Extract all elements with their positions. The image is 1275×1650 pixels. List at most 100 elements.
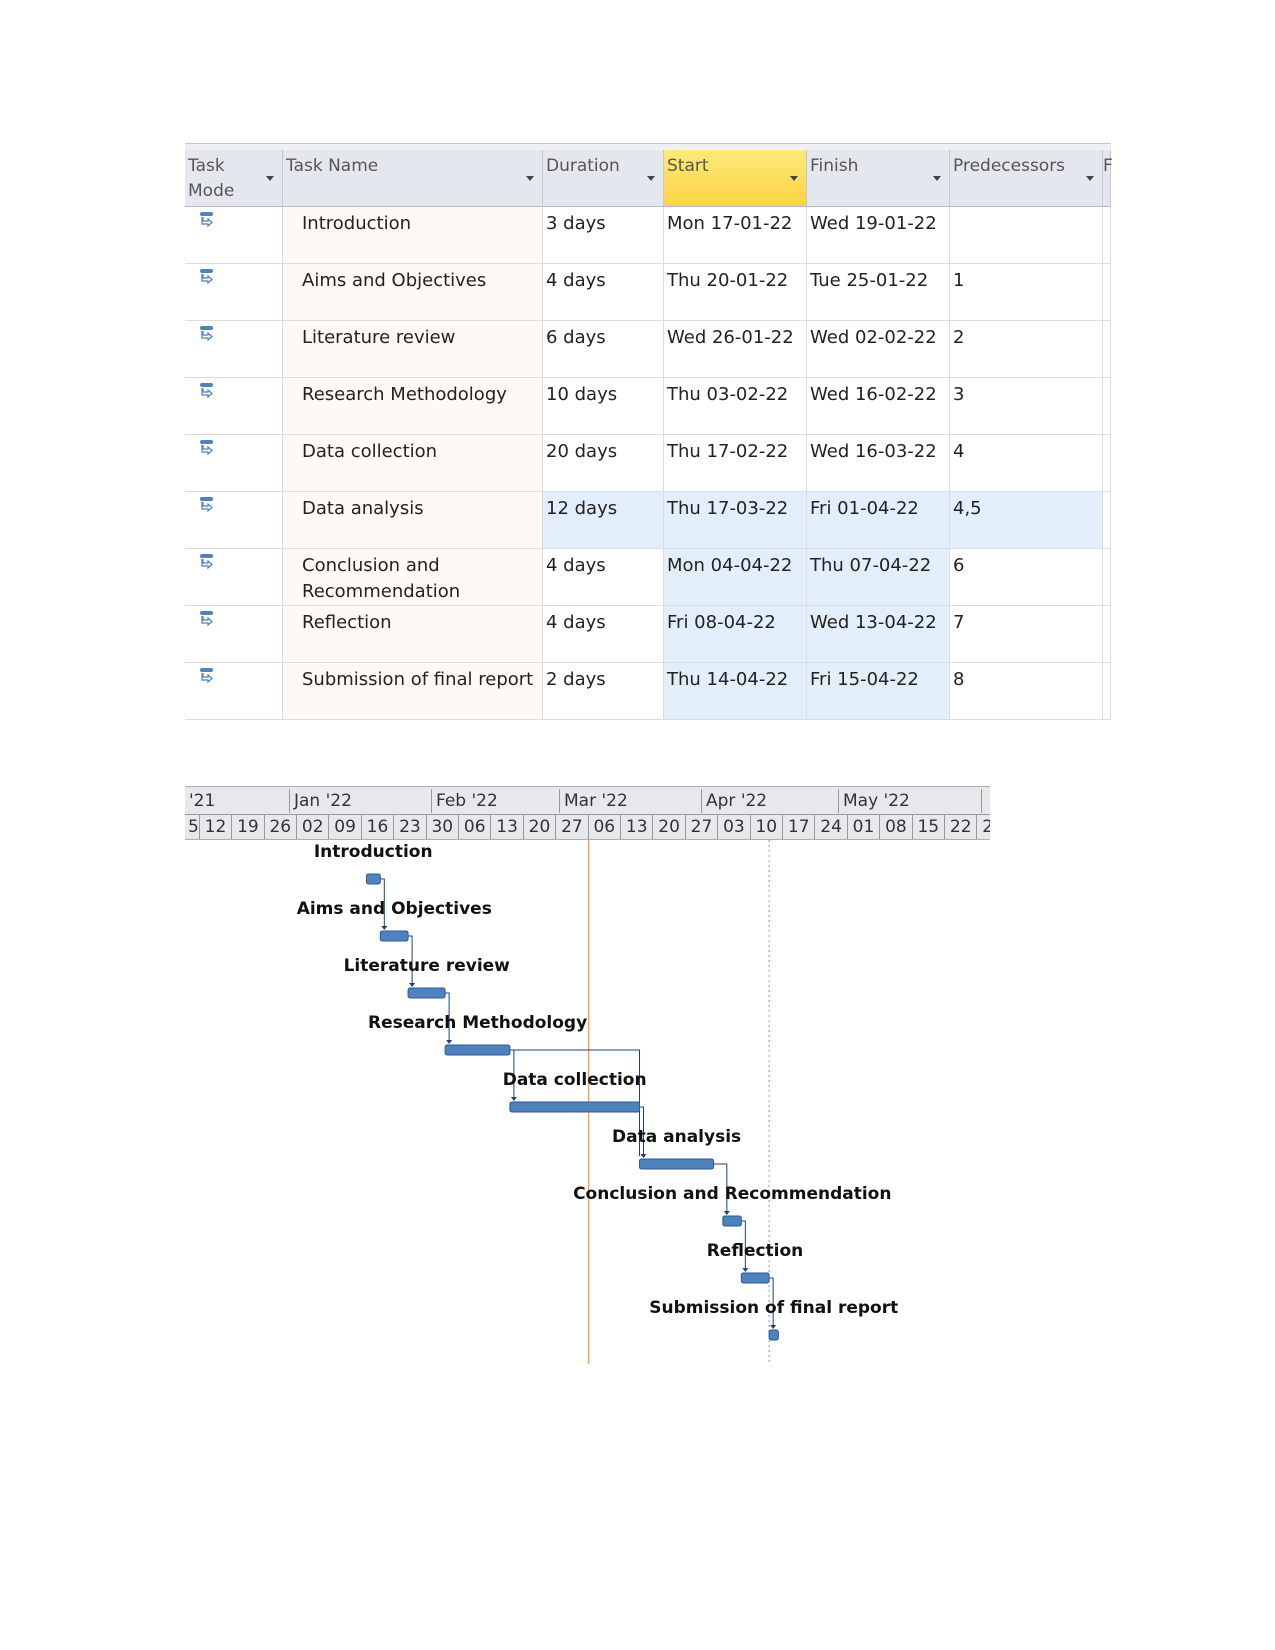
cell-pred[interactable]: 4,5 xyxy=(950,492,1103,549)
task-bar xyxy=(639,1158,715,1170)
cell-name[interactable]: Conclusion and Recommendation xyxy=(283,549,543,606)
cell-pred[interactable]: 1 xyxy=(950,264,1103,321)
task-bar xyxy=(365,873,381,885)
column-header-duration[interactable]: Duration xyxy=(543,150,664,207)
cell-start[interactable]: Fri 08-04-22 xyxy=(664,606,807,663)
arrow-head-icon xyxy=(640,1154,647,1158)
cell-extra xyxy=(1103,321,1111,378)
arrow-head-icon xyxy=(409,983,416,987)
cell-duration[interactable]: 4 days xyxy=(543,264,664,321)
cell-extra xyxy=(1103,435,1111,492)
task-mode-cell[interactable] xyxy=(185,207,283,264)
cell-finish[interactable]: Tue 25-01-22 xyxy=(807,264,950,321)
cell-name[interactable]: Introduction xyxy=(283,207,543,264)
cell-start[interactable]: Thu 03-02-22 xyxy=(664,378,807,435)
cell-finish[interactable]: Fri 15-04-22 xyxy=(807,663,950,720)
cell-name[interactable]: Literature review xyxy=(283,321,543,378)
cell-finish[interactable]: Thu 07-04-22 xyxy=(807,549,950,606)
task-mode-cell[interactable] xyxy=(185,549,283,606)
task-mode-cell[interactable] xyxy=(185,606,283,663)
cell-name[interactable]: Reflection xyxy=(283,606,543,663)
gantt-chart: '21 Jan '22 Feb '22 Mar '22 Apr '22 May '22 5 1… xyxy=(185,786,990,1386)
cell-pred[interactable]: 3 xyxy=(950,378,1103,435)
dropdown-arrow-icon[interactable] xyxy=(1086,176,1094,181)
cell-finish[interactable]: Wed 02-02-22 xyxy=(807,321,950,378)
cell-pred[interactable]: 7 xyxy=(950,606,1103,663)
cell-start[interactable]: Thu 14-04-22 xyxy=(664,663,807,720)
cell-duration[interactable]: 4 days xyxy=(543,549,664,606)
cell-pred[interactable]: 2 xyxy=(950,321,1103,378)
auto-scheduled-task-icon xyxy=(200,212,213,227)
cell-extra xyxy=(1103,549,1111,606)
arrow-head-icon xyxy=(446,1040,453,1044)
page: Task Mode Task Name Duration Start Finish Pre… xyxy=(0,0,1275,1650)
cell-duration[interactable]: 12 days xyxy=(543,492,664,549)
task-mode-cell[interactable] xyxy=(185,492,283,549)
cell-finish[interactable]: Wed 13-04-22 xyxy=(807,606,950,663)
column-header-pred[interactable]: Predecessors xyxy=(950,150,1103,207)
dropdown-arrow-icon[interactable] xyxy=(647,176,655,181)
task-mode-cell[interactable] xyxy=(185,378,283,435)
arrow-head-icon xyxy=(510,1097,517,1101)
cell-duration[interactable]: 2 days xyxy=(543,663,664,720)
task-bar-label: Conclusion and Recommendation xyxy=(573,1184,892,1204)
cell-pred[interactable]: 4 xyxy=(950,435,1103,492)
column-header-label: Task Name xyxy=(286,156,379,176)
column-header-label: Duration xyxy=(546,156,620,176)
cell-finish[interactable]: Wed 19-01-22 xyxy=(807,207,950,264)
task-mode-cell[interactable] xyxy=(185,435,283,492)
cell-pred[interactable]: 8 xyxy=(950,663,1103,720)
auto-scheduled-task-icon xyxy=(200,668,213,683)
column-header-extra[interactable]: F xyxy=(1103,150,1113,207)
cell-extra xyxy=(1103,492,1111,549)
column-header-label: Start xyxy=(667,156,709,176)
cell-name[interactable]: Submission of final report xyxy=(283,663,543,720)
cell-start[interactable]: Thu 20-01-22 xyxy=(664,264,807,321)
task-bar xyxy=(768,1329,779,1341)
column-header-mode[interactable]: Task Mode xyxy=(185,150,283,207)
cell-duration[interactable]: 4 days xyxy=(543,606,664,663)
cell-start[interactable]: Mon 17-01-22 xyxy=(664,207,807,264)
cell-finish[interactable]: Fri 01-04-22 xyxy=(807,492,950,549)
task-bar xyxy=(740,1272,770,1284)
dropdown-arrow-icon[interactable] xyxy=(790,176,798,181)
column-header-label: Finish xyxy=(810,156,859,176)
auto-scheduled-task-icon xyxy=(200,440,213,455)
auto-scheduled-task-icon xyxy=(200,611,213,626)
cell-start[interactable]: Mon 04-04-22 xyxy=(664,549,807,606)
task-bar xyxy=(379,930,409,942)
auto-scheduled-task-icon xyxy=(200,383,213,398)
column-header-label: F xyxy=(1103,156,1113,176)
cell-start[interactable]: Wed 26-01-22 xyxy=(664,321,807,378)
cell-name[interactable]: Research Methodology xyxy=(283,378,543,435)
cell-start[interactable]: Thu 17-02-22 xyxy=(664,435,807,492)
dropdown-arrow-icon[interactable] xyxy=(933,176,941,181)
column-header-start[interactable]: Start xyxy=(664,150,807,207)
task-mode-cell[interactable] xyxy=(185,264,283,321)
task-mode-cell[interactable] xyxy=(185,663,283,720)
cell-finish[interactable]: Wed 16-03-22 xyxy=(807,435,950,492)
cell-pred[interactable]: 6 xyxy=(950,549,1103,606)
cell-extra xyxy=(1103,663,1111,720)
task-bar xyxy=(444,1044,511,1056)
cell-name[interactable]: Aims and Objectives xyxy=(283,264,543,321)
task-bar xyxy=(407,987,446,999)
cell-name[interactable]: Data collection xyxy=(283,435,543,492)
column-header-name[interactable]: Task Name xyxy=(283,150,543,207)
cell-name[interactable]: Data analysis xyxy=(283,492,543,549)
cell-duration[interactable]: 20 days xyxy=(543,435,664,492)
dropdown-arrow-icon[interactable] xyxy=(266,176,274,181)
cell-start[interactable]: Thu 17-03-22 xyxy=(664,492,807,549)
cell-extra xyxy=(1103,207,1111,264)
dropdown-arrow-icon[interactable] xyxy=(526,176,534,181)
task-bar-label: Literature review xyxy=(343,956,510,976)
task-bar-label: Data collection xyxy=(502,1070,647,1090)
column-header-finish[interactable]: Finish xyxy=(807,150,950,207)
cell-pred[interactable] xyxy=(950,207,1103,264)
cell-duration[interactable]: 10 days xyxy=(543,378,664,435)
task-bar xyxy=(722,1215,742,1227)
cell-finish[interactable]: Wed 16-02-22 xyxy=(807,378,950,435)
cell-duration[interactable]: 6 days xyxy=(543,321,664,378)
cell-duration[interactable]: 3 days xyxy=(543,207,664,264)
task-mode-cell[interactable] xyxy=(185,321,283,378)
